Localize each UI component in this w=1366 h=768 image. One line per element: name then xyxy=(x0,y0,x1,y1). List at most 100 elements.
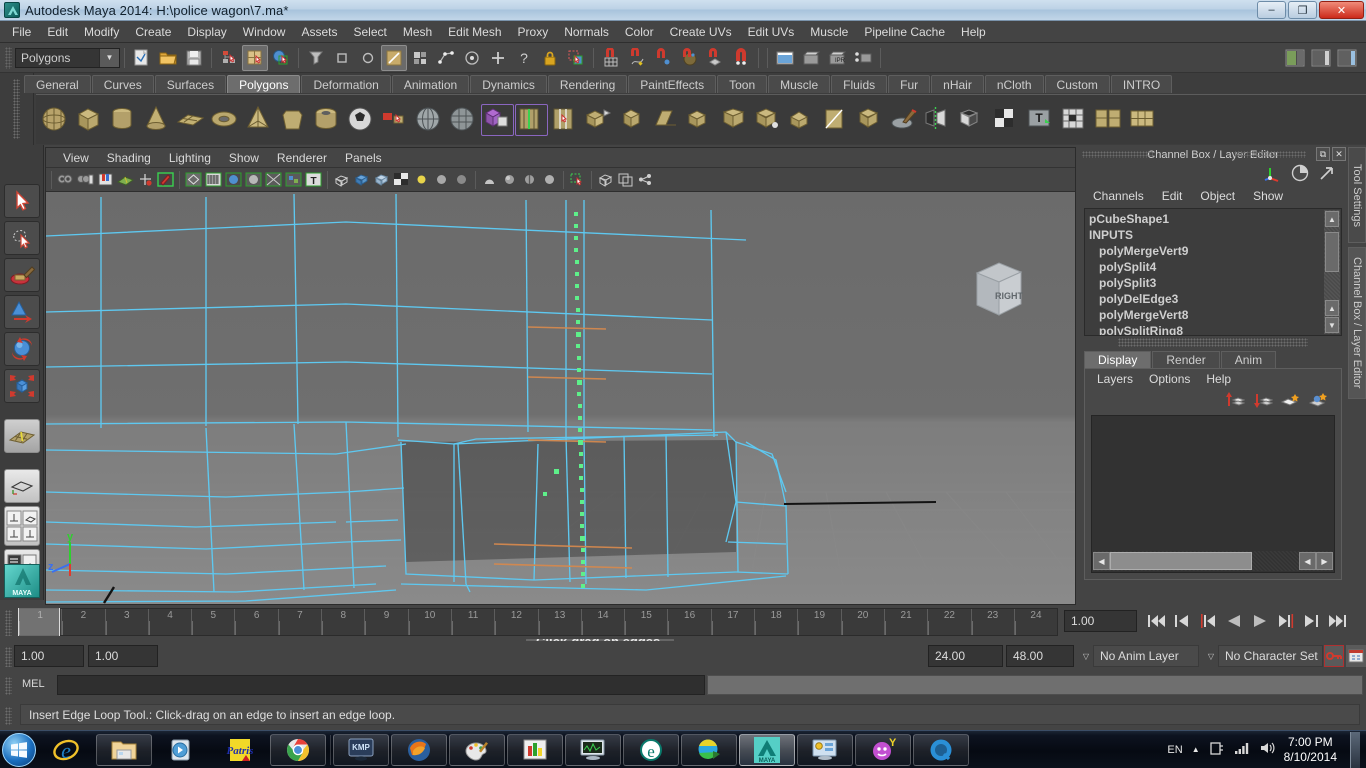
duplicate-view-icon[interactable] xyxy=(616,170,635,189)
time-slider-frame-tick[interactable]: 15 xyxy=(625,609,669,635)
command-language-label[interactable]: MEL xyxy=(22,678,45,690)
taskbar-patris-icon[interactable]: Patris xyxy=(212,734,268,766)
volume-icon[interactable] xyxy=(1259,740,1275,759)
close-button[interactable]: ✕ xyxy=(1319,1,1364,19)
channel-box-row[interactable]: polySplit3 xyxy=(1085,275,1341,291)
view-bounding-box-icon[interactable] xyxy=(596,170,615,189)
layer-editor-tab-display[interactable]: Display xyxy=(1084,351,1152,368)
wedge-face-icon[interactable] xyxy=(651,103,684,137)
vtab-channel-box[interactable]: Channel Box / Layer Editor xyxy=(1348,247,1366,399)
go-to-end-button[interactable] xyxy=(1327,610,1349,632)
play-forwards-button[interactable] xyxy=(1249,610,1271,632)
layer-editor-tab-render[interactable]: Render xyxy=(1152,351,1220,368)
channel-box-row[interactable]: polyMergeVert9 xyxy=(1085,243,1341,259)
channel-box-menu-object[interactable]: Object xyxy=(1191,187,1244,205)
character-set-field[interactable]: No Character Set xyxy=(1218,645,1323,667)
bevel-icon[interactable] xyxy=(617,103,650,137)
shelf-tab-ncloth[interactable]: nCloth xyxy=(984,75,1044,93)
viewport-menu-renderer[interactable]: Renderer xyxy=(268,149,336,167)
single-perspective-view-layout[interactable] xyxy=(3,469,40,503)
channel-box-menu-channels[interactable]: Channels xyxy=(1084,187,1153,205)
smooth-shade-all-icon[interactable] xyxy=(204,170,223,189)
go-to-start-button[interactable] xyxy=(1145,610,1167,632)
viewport-3d-canvas[interactable]: y z RIGHT xyxy=(46,192,1075,604)
select-by-object-type-icon[interactable] xyxy=(242,44,268,71)
panel-grip-right[interactable] xyxy=(1234,151,1306,158)
hscroll-step-left-arrow[interactable]: ◀ xyxy=(1299,552,1316,570)
taskbar-firefox-icon[interactable] xyxy=(391,733,447,766)
snap-to-point-icon[interactable] xyxy=(650,45,676,71)
shelf-tab-painteffects[interactable]: PaintEffects xyxy=(628,75,717,93)
menu-item-muscle[interactable]: Muscle xyxy=(802,22,856,42)
taskbar-windows-explorer-icon[interactable] xyxy=(96,733,152,766)
panel-grip-left[interactable] xyxy=(1082,151,1154,158)
display-layers-list[interactable]: ◀ ◀ ▶ xyxy=(1091,415,1335,573)
append-polygon-icon[interactable] xyxy=(787,103,820,137)
texture-icon[interactable]: T xyxy=(304,170,323,189)
menu-item-display[interactable]: Display xyxy=(179,22,234,42)
menu-item-edit-uvs[interactable]: Edit UVs xyxy=(740,22,803,42)
anim-layer-field[interactable]: No Anim Layer xyxy=(1093,645,1199,667)
current-frame-field[interactable]: 1.00 xyxy=(1064,610,1137,632)
last-tool-used[interactable] xyxy=(3,419,40,453)
time-slider-frame-tick[interactable]: 6 xyxy=(235,609,279,635)
time-slider-grip[interactable] xyxy=(5,610,12,636)
viewport-menu-shading[interactable]: Shading xyxy=(98,149,160,167)
polygon-plane-icon[interactable] xyxy=(175,103,208,137)
time-slider-frame-tick[interactable]: 19 xyxy=(798,609,842,635)
range-start-time-field[interactable]: 1.00 xyxy=(88,645,158,667)
taskbar-quicktime-icon[interactable] xyxy=(913,733,969,766)
time-slider-frame-tick[interactable]: 22 xyxy=(928,609,972,635)
menu-item-proxy[interactable]: Proxy xyxy=(510,22,557,42)
grease-pencil-icon[interactable] xyxy=(156,170,175,189)
command-input-field[interactable] xyxy=(57,675,705,695)
layer-editor-tab-anim[interactable]: Anim xyxy=(1220,351,1277,368)
channel-box-display-toggle-icon[interactable] xyxy=(1291,164,1309,185)
shelf-tab-nhair[interactable]: nHair xyxy=(931,75,984,93)
time-slider-frame-tick[interactable]: 17 xyxy=(711,609,756,635)
select-faces-icon[interactable] xyxy=(407,45,433,71)
snap-to-projected-center-icon[interactable] xyxy=(676,45,702,71)
xray-active-components-icon[interactable] xyxy=(372,170,391,189)
split-polygon-tool-icon[interactable] xyxy=(821,103,854,137)
2d-pan-zoom-icon[interactable] xyxy=(136,170,155,189)
viewport-menu-show[interactable]: Show xyxy=(220,149,268,167)
menu-item-color[interactable]: Color xyxy=(617,22,662,42)
shadow-on-icon[interactable] xyxy=(480,170,499,189)
layer-list-horizontal-scrollbar[interactable]: ◀ ◀ ▶ xyxy=(1093,551,1333,571)
make-live-icon[interactable] xyxy=(728,45,754,71)
toggle-sidebar-icon[interactable] xyxy=(1282,45,1308,71)
shelf-tab-general[interactable]: General xyxy=(24,75,91,93)
taskbar-google-chrome-icon[interactable] xyxy=(270,733,326,766)
select-tool[interactable] xyxy=(3,184,40,218)
time-slider-frame-tick[interactable]: 5 xyxy=(192,609,236,635)
menu-item-window[interactable]: Window xyxy=(235,22,294,42)
show-hidden-icons-button[interactable]: ▲ xyxy=(1192,745,1200,754)
layer-editor-menu-help[interactable]: Help xyxy=(1198,370,1239,388)
vtab-tool-settings[interactable]: Tool Settings xyxy=(1348,147,1366,243)
channel-box-row[interactable]: pCubeShape1 xyxy=(1085,211,1341,227)
lock-selection-icon[interactable] xyxy=(537,45,563,71)
select-by-hierarchy-icon[interactable] xyxy=(216,45,242,71)
time-slider-frame-tick[interactable]: 20 xyxy=(841,609,885,635)
time-slider-frame-tick[interactable]: 24 xyxy=(1014,609,1057,635)
uv-layout-icon[interactable] xyxy=(1093,103,1126,137)
shadows-icon[interactable] xyxy=(264,170,283,189)
time-slider-frame-tick[interactable]: 4 xyxy=(148,609,193,635)
polygon-cylinder-icon[interactable] xyxy=(107,103,140,137)
playback-end-time-field[interactable]: 24.00 xyxy=(928,645,1003,667)
motion-blur-icon[interactable] xyxy=(520,170,539,189)
polygon-sphere-icon[interactable] xyxy=(39,103,72,137)
multisample-aa-icon[interactable] xyxy=(540,170,559,189)
connect-components-icon[interactable] xyxy=(719,103,752,137)
shelf-tab-surfaces[interactable]: Surfaces xyxy=(154,75,227,93)
wireframe-shading-icon[interactable] xyxy=(184,170,203,189)
isolate-select-icon[interactable] xyxy=(568,170,587,189)
hscroll-step-right-arrow[interactable]: ▶ xyxy=(1316,552,1333,570)
polygon-sphere-primitive-icon[interactable] xyxy=(413,103,446,137)
shelf-tab-toon[interactable]: Toon xyxy=(717,75,768,93)
menu-item-create-uvs[interactable]: Create UVs xyxy=(662,22,740,42)
scroll-up-arrow-2[interactable]: ▲ xyxy=(1325,300,1339,316)
image-plane-icon[interactable] xyxy=(116,170,135,189)
channel-box-row[interactable]: polySplitRing8 xyxy=(1085,323,1341,335)
